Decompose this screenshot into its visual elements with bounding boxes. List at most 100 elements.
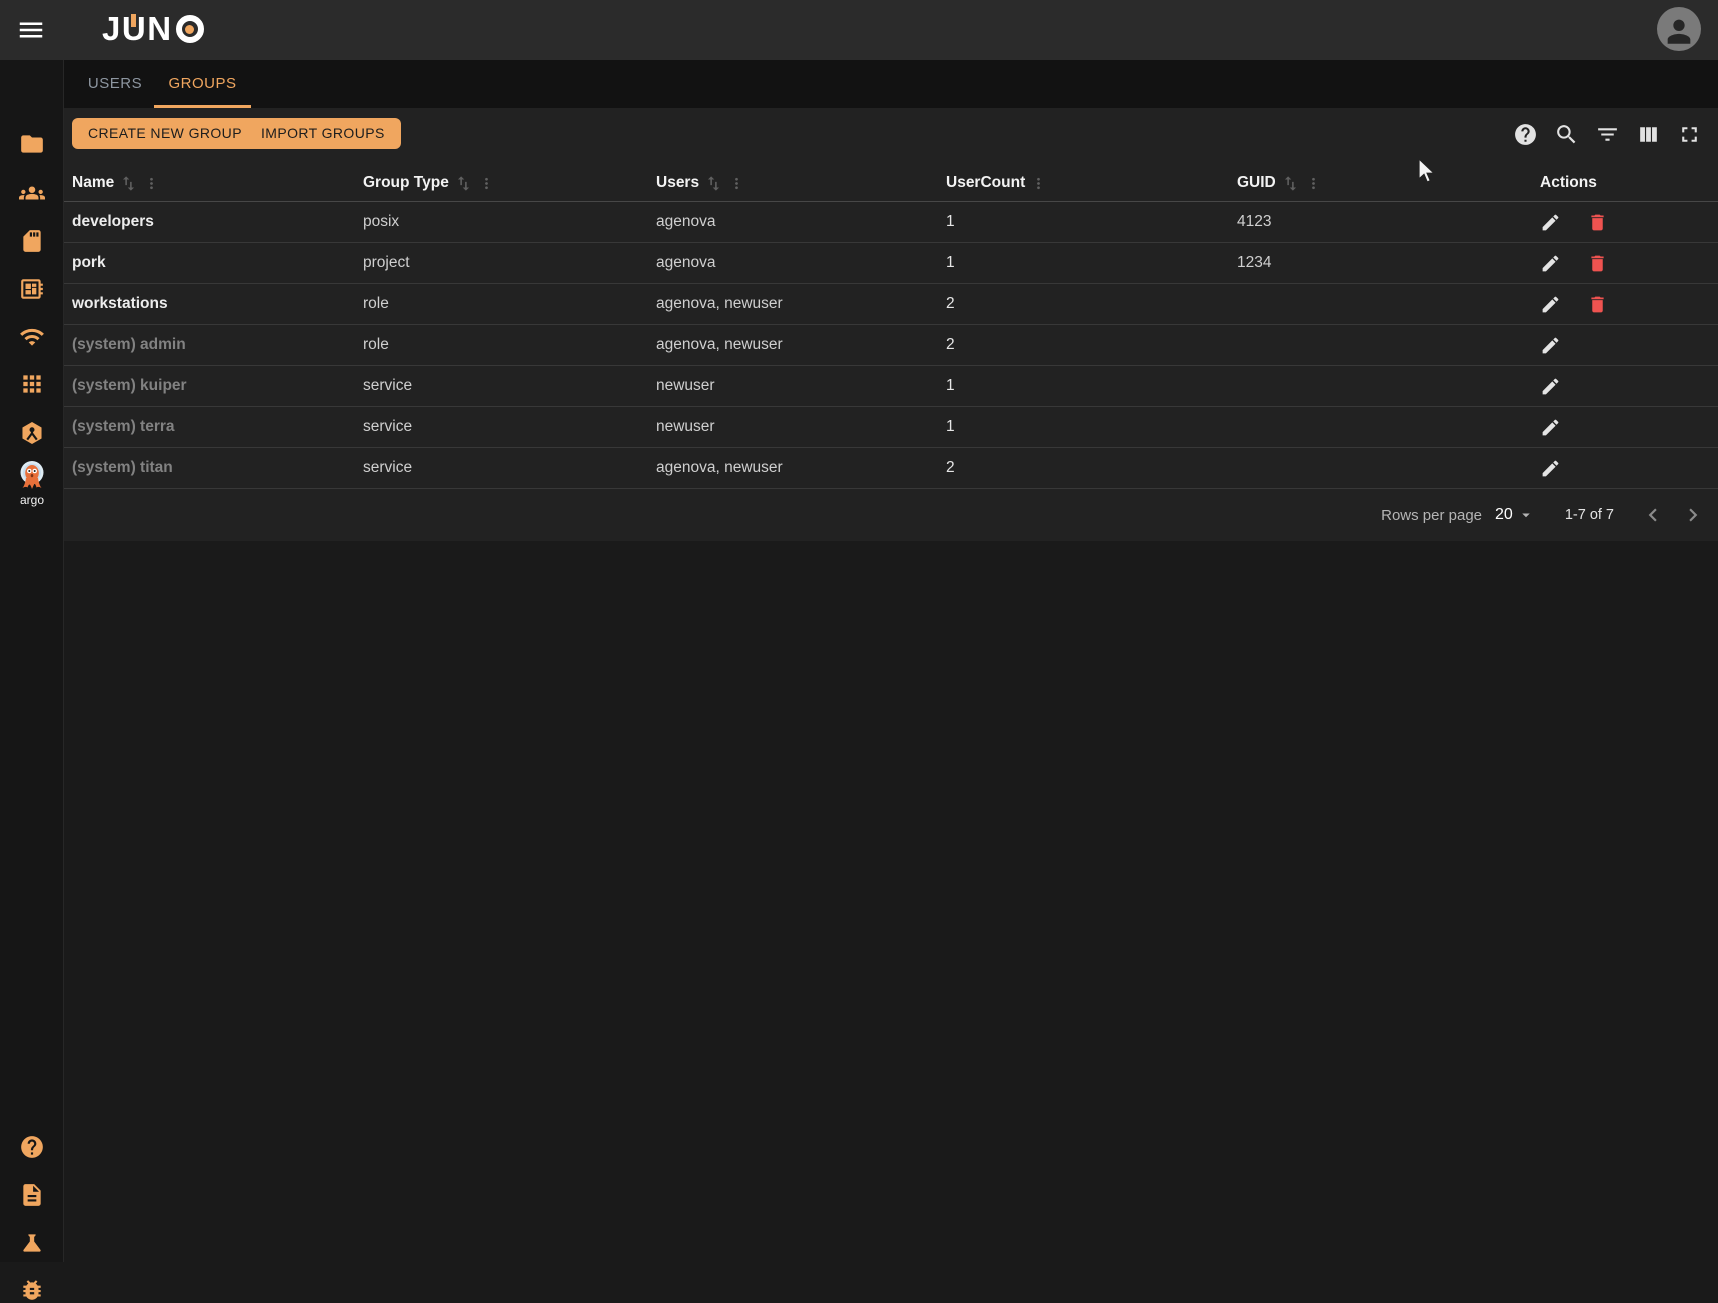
cell-name: (system) kuiper — [64, 377, 355, 395]
left-nav-sidebar: argo — [0, 60, 64, 1262]
cell-name: (system) admin — [64, 336, 355, 354]
create-new-group-button[interactable]: CREATE NEW GROUP — [72, 118, 258, 149]
cell-guid: 1234 — [1229, 254, 1532, 272]
cell-usercount: 1 — [938, 254, 1229, 272]
column-header-usercount[interactable]: UserCount — [938, 174, 1229, 192]
edit-icon[interactable] — [1540, 458, 1561, 479]
account-avatar[interactable] — [1657, 7, 1701, 51]
table-toolbar-icons — [1513, 122, 1702, 147]
apps-grid-icon[interactable] — [19, 371, 45, 397]
cell-usercount: 1 — [938, 213, 1229, 231]
delete-icon[interactable] — [1587, 253, 1608, 274]
edit-icon[interactable] — [1540, 335, 1561, 356]
table-row: (system) admin role agenova, newuser 2 — [64, 325, 1718, 366]
search-icon[interactable] — [1554, 122, 1579, 147]
science-flask-icon[interactable] — [19, 1230, 45, 1256]
cell-name: (system) terra — [64, 418, 355, 436]
wifi-icon[interactable] — [19, 324, 45, 350]
cell-group-type: role — [355, 336, 648, 354]
cell-usercount: 1 — [938, 418, 1229, 436]
columns-icon[interactable] — [1636, 122, 1661, 147]
table-header-row: Name Group Type Users UserCount GUID Act… — [64, 165, 1718, 202]
edit-icon[interactable] — [1540, 376, 1561, 397]
cell-name: pork — [64, 254, 355, 272]
fullscreen-icon[interactable] — [1677, 122, 1702, 147]
filter-icon[interactable] — [1595, 122, 1620, 147]
cell-group-type: project — [355, 254, 648, 272]
next-page-icon[interactable] — [1680, 502, 1706, 528]
sort-icon[interactable] — [119, 174, 138, 193]
developer-board-icon[interactable] — [19, 276, 45, 302]
delete-icon[interactable] — [1587, 294, 1608, 315]
tab-bar: USERS GROUPS — [64, 60, 1718, 108]
edit-icon[interactable] — [1540, 417, 1561, 438]
cell-actions — [1532, 212, 1718, 233]
cell-group-type: service — [355, 377, 648, 395]
cell-actions — [1532, 376, 1718, 397]
column-menu-icon[interactable] — [1030, 175, 1047, 192]
cell-group-type: role — [355, 295, 648, 313]
table-row: workstations role agenova, newuser 2 — [64, 284, 1718, 325]
rows-per-page-select[interactable]: 20 — [1495, 506, 1535, 524]
cell-users: agenova — [648, 254, 938, 272]
rows-per-page-label: Rows per page — [1381, 507, 1482, 524]
cell-actions — [1532, 294, 1718, 315]
table-pagination: Rows per page 20 1-7 of 7 — [64, 489, 1718, 541]
cell-users: agenova, newuser — [648, 459, 938, 477]
help-icon[interactable] — [19, 1134, 45, 1160]
column-header-actions: Actions — [1532, 174, 1718, 192]
sort-icon[interactable] — [704, 174, 723, 193]
table-row: (system) kuiper service newuser 1 — [64, 366, 1718, 407]
sd-card-icon[interactable] — [19, 228, 45, 254]
cell-usercount: 2 — [938, 295, 1229, 313]
bug-icon[interactable] — [19, 1277, 45, 1303]
column-menu-icon[interactable] — [1305, 175, 1322, 192]
cell-usercount: 1 — [938, 377, 1229, 395]
column-header-users[interactable]: Users — [648, 174, 938, 193]
import-groups-button[interactable]: IMPORT GROUPS — [245, 118, 401, 149]
tab-users[interactable]: USERS — [76, 60, 154, 108]
previous-page-icon[interactable] — [1640, 502, 1666, 528]
cell-group-type: service — [355, 459, 648, 477]
sort-icon[interactable] — [1281, 174, 1300, 193]
groups-icon[interactable] — [19, 180, 45, 206]
cell-usercount: 2 — [938, 459, 1229, 477]
cell-users: newuser — [648, 377, 938, 395]
column-header-name[interactable]: Name — [64, 174, 355, 193]
help-circle-icon[interactable] — [1513, 122, 1538, 147]
dropdown-caret-icon — [1517, 506, 1535, 524]
column-menu-icon[interactable] — [728, 175, 745, 192]
page-range-label: 1-7 of 7 — [1565, 507, 1614, 523]
cell-name: developers — [64, 213, 355, 231]
cell-name: workstations — [64, 295, 355, 313]
column-menu-icon[interactable] — [478, 175, 495, 192]
column-header-group-type[interactable]: Group Type — [355, 174, 648, 193]
tab-groups[interactable]: GROUPS — [154, 60, 251, 108]
table-row: developers posix agenova 1 4123 — [64, 202, 1718, 243]
package-hexagon-icon[interactable] — [19, 420, 45, 446]
edit-icon[interactable] — [1540, 294, 1561, 315]
cell-users: agenova, newuser — [648, 336, 938, 354]
column-header-guid[interactable]: GUID — [1229, 174, 1532, 193]
cell-name: (system) titan — [64, 459, 355, 477]
column-menu-icon[interactable] — [143, 175, 160, 192]
person-icon — [1662, 14, 1696, 48]
sort-icon[interactable] — [454, 174, 473, 193]
delete-icon[interactable] — [1587, 212, 1608, 233]
cell-usercount: 2 — [938, 336, 1229, 354]
edit-icon[interactable] — [1540, 212, 1561, 233]
edit-icon[interactable] — [1540, 253, 1561, 274]
table-row: (system) terra service newuser 1 — [64, 407, 1718, 448]
folder-icon[interactable] — [19, 131, 45, 157]
cell-guid: 4123 — [1229, 213, 1532, 231]
table-body: developers posix agenova 1 4123 pork pro… — [64, 202, 1718, 489]
logo-o-icon — [176, 15, 204, 43]
document-icon[interactable] — [19, 1182, 45, 1208]
cell-users: agenova — [648, 213, 938, 231]
table-row: pork project agenova 1 1234 — [64, 243, 1718, 284]
cell-actions — [1532, 335, 1718, 356]
cell-actions — [1532, 417, 1718, 438]
menu-icon[interactable] — [16, 15, 46, 45]
argo-mascot-icon[interactable] — [16, 460, 48, 494]
cell-users: agenova, newuser — [648, 295, 938, 313]
